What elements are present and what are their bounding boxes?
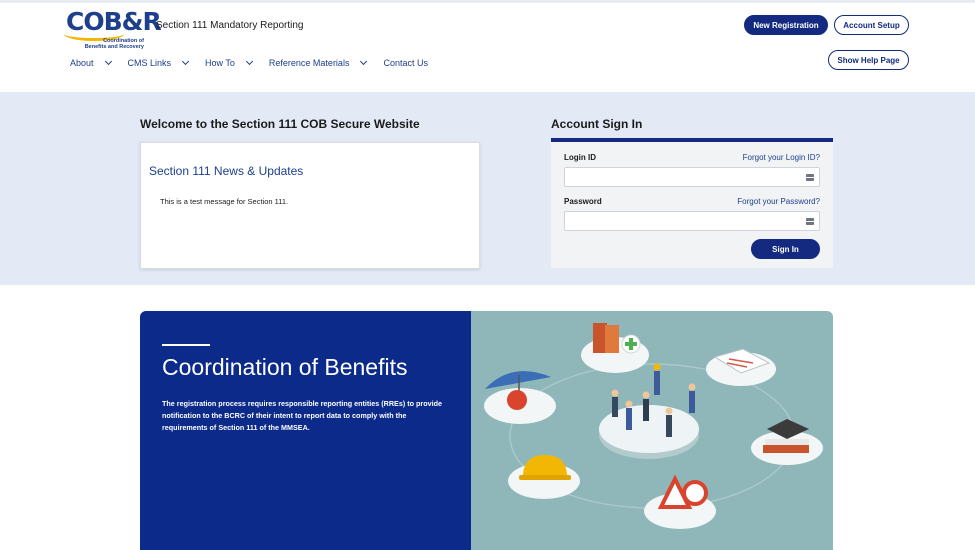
banner-description: The registration process requires respon… bbox=[162, 399, 442, 432]
chevron-down-icon bbox=[104, 57, 112, 66]
site-header: COB&R Coordination of Benefits and Recov… bbox=[0, 3, 975, 91]
nav-item-cms-links[interactable]: CMS Links bbox=[127, 57, 190, 68]
news-message: This is a test message for Section 111. bbox=[160, 197, 289, 206]
logo-text: COB&R bbox=[66, 7, 162, 36]
hard-hat-icon bbox=[519, 455, 571, 480]
chevron-down-icon bbox=[245, 57, 253, 66]
credential-icon bbox=[806, 218, 814, 225]
welcome-title: Welcome to the Section 111 COB Secure We… bbox=[140, 117, 420, 131]
medical-books-icon bbox=[593, 323, 641, 354]
warning-sign-icon bbox=[657, 474, 708, 509]
nav-label: CMS Links bbox=[127, 58, 172, 68]
nav-item-contact-us[interactable]: Contact Us bbox=[383, 58, 428, 68]
sign-in-card: Login ID Forgot your Login ID? Password … bbox=[551, 138, 833, 268]
credential-icon bbox=[806, 174, 814, 181]
nav-label: About bbox=[70, 58, 94, 68]
forgot-password-link[interactable]: Forgot your Password? bbox=[737, 197, 820, 206]
cob-banner: Coordination of Benefits The registratio… bbox=[140, 311, 833, 550]
nav-item-about[interactable]: About bbox=[70, 57, 112, 68]
new-registration-button[interactable]: New Registration bbox=[744, 15, 828, 35]
nav-label: Contact Us bbox=[383, 58, 428, 68]
show-help-page-button[interactable]: Show Help Page bbox=[828, 50, 909, 70]
news-card: Section 111 News & Updates This is a tes… bbox=[140, 142, 480, 269]
news-title: Section 111 News & Updates bbox=[149, 164, 304, 178]
forgot-login-link[interactable]: Forgot your Login ID? bbox=[743, 153, 820, 162]
nav-label: How To bbox=[205, 58, 235, 68]
password-label: Password bbox=[564, 197, 602, 206]
nav-item-how-to[interactable]: How To bbox=[205, 57, 253, 68]
banner-text-panel: Coordination of Benefits The registratio… bbox=[140, 311, 471, 550]
login-id-label: Login ID bbox=[564, 153, 596, 162]
logo-subtitle: Coordination of Benefits and Recovery bbox=[84, 38, 144, 50]
chevron-down-icon bbox=[182, 57, 190, 66]
site-title: Section 111 Mandatory Reporting bbox=[156, 20, 304, 31]
chevron-down-icon bbox=[360, 57, 368, 66]
account-setup-button[interactable]: Account Setup bbox=[834, 15, 909, 35]
isometric-benefits-illustration bbox=[484, 323, 823, 529]
banner-heading: Coordination of Benefits bbox=[162, 354, 408, 380]
nav-item-reference-materials[interactable]: Reference Materials bbox=[268, 57, 368, 68]
login-id-field[interactable] bbox=[564, 167, 820, 187]
sign-in-button[interactable]: Sign In bbox=[751, 239, 820, 259]
cobr-logo[interactable]: COB&R Coordination of Benefits and Recov… bbox=[64, 7, 162, 51]
password-field[interactable] bbox=[564, 211, 820, 231]
sign-in-title: Account Sign In bbox=[551, 117, 643, 131]
nav-label: Reference Materials bbox=[268, 58, 350, 68]
main-nav: About CMS Links How To Reference Materia… bbox=[70, 57, 445, 68]
banner-illustration bbox=[471, 311, 833, 550]
banner-divider bbox=[162, 344, 210, 346]
welcome-band: Welcome to the Section 111 COB Secure We… bbox=[0, 92, 975, 285]
